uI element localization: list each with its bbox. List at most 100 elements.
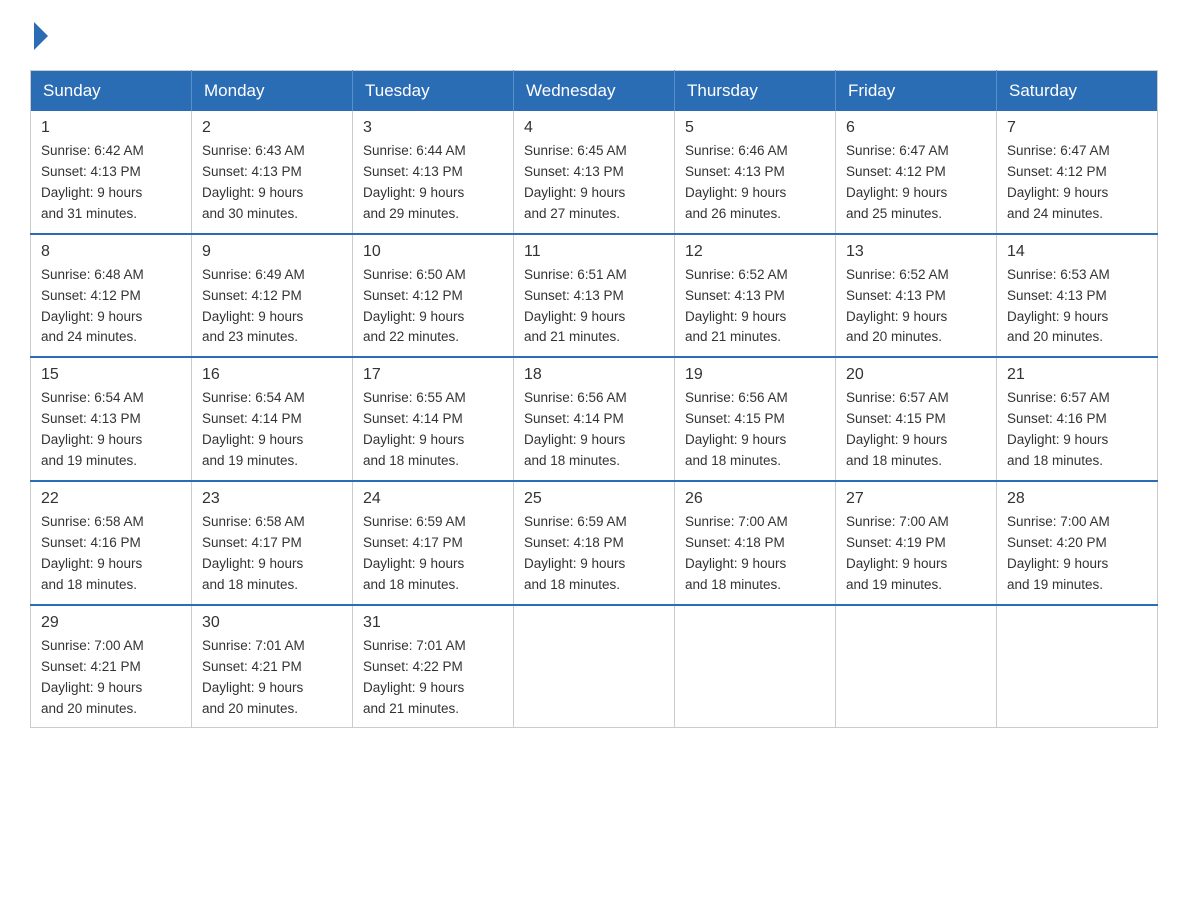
day-info: Sunrise: 7:00 AM Sunset: 4:19 PM Dayligh… [846, 512, 986, 596]
day-info: Sunrise: 6:49 AM Sunset: 4:12 PM Dayligh… [202, 265, 342, 349]
calendar-day-cell: 12 Sunrise: 6:52 AM Sunset: 4:13 PM Dayl… [675, 234, 836, 358]
day-info: Sunrise: 6:46 AM Sunset: 4:13 PM Dayligh… [685, 141, 825, 225]
day-number: 29 [41, 614, 181, 632]
calendar-week-row: 8 Sunrise: 6:48 AM Sunset: 4:12 PM Dayli… [31, 234, 1158, 358]
day-number: 27 [846, 490, 986, 508]
day-number: 2 [202, 119, 342, 137]
day-number: 25 [524, 490, 664, 508]
day-number: 9 [202, 243, 342, 261]
calendar-day-cell: 30 Sunrise: 7:01 AM Sunset: 4:21 PM Dayl… [192, 605, 353, 728]
calendar-day-cell: 26 Sunrise: 7:00 AM Sunset: 4:18 PM Dayl… [675, 481, 836, 605]
day-number: 15 [41, 366, 181, 384]
calendar-day-cell [836, 605, 997, 728]
day-number: 8 [41, 243, 181, 261]
day-number: 22 [41, 490, 181, 508]
calendar-day-cell: 2 Sunrise: 6:43 AM Sunset: 4:13 PM Dayli… [192, 111, 353, 234]
day-info: Sunrise: 6:58 AM Sunset: 4:16 PM Dayligh… [41, 512, 181, 596]
day-number: 30 [202, 614, 342, 632]
day-number: 17 [363, 366, 503, 384]
calendar-day-cell: 7 Sunrise: 6:47 AM Sunset: 4:12 PM Dayli… [997, 111, 1158, 234]
day-info: Sunrise: 6:59 AM Sunset: 4:18 PM Dayligh… [524, 512, 664, 596]
calendar-week-row: 1 Sunrise: 6:42 AM Sunset: 4:13 PM Dayli… [31, 111, 1158, 234]
day-info: Sunrise: 6:55 AM Sunset: 4:14 PM Dayligh… [363, 388, 503, 472]
day-info: Sunrise: 6:43 AM Sunset: 4:13 PM Dayligh… [202, 141, 342, 225]
logo-arrow-icon [34, 22, 48, 50]
calendar-day-cell: 13 Sunrise: 6:52 AM Sunset: 4:13 PM Dayl… [836, 234, 997, 358]
calendar-day-cell: 14 Sunrise: 6:53 AM Sunset: 4:13 PM Dayl… [997, 234, 1158, 358]
calendar-day-cell: 20 Sunrise: 6:57 AM Sunset: 4:15 PM Dayl… [836, 357, 997, 481]
day-number: 26 [685, 490, 825, 508]
calendar-day-cell: 21 Sunrise: 6:57 AM Sunset: 4:16 PM Dayl… [997, 357, 1158, 481]
calendar-day-cell [514, 605, 675, 728]
calendar-week-row: 29 Sunrise: 7:00 AM Sunset: 4:21 PM Dayl… [31, 605, 1158, 728]
day-of-week-header: Saturday [997, 71, 1158, 112]
day-info: Sunrise: 6:42 AM Sunset: 4:13 PM Dayligh… [41, 141, 181, 225]
day-number: 20 [846, 366, 986, 384]
day-info: Sunrise: 6:45 AM Sunset: 4:13 PM Dayligh… [524, 141, 664, 225]
calendar-day-cell: 1 Sunrise: 6:42 AM Sunset: 4:13 PM Dayli… [31, 111, 192, 234]
day-number: 16 [202, 366, 342, 384]
day-of-week-header: Monday [192, 71, 353, 112]
day-number: 13 [846, 243, 986, 261]
calendar-day-cell: 19 Sunrise: 6:56 AM Sunset: 4:15 PM Dayl… [675, 357, 836, 481]
day-info: Sunrise: 7:00 AM Sunset: 4:20 PM Dayligh… [1007, 512, 1147, 596]
logo [30, 20, 48, 50]
calendar-header-row: SundayMondayTuesdayWednesdayThursdayFrid… [31, 71, 1158, 112]
day-number: 14 [1007, 243, 1147, 261]
day-info: Sunrise: 6:50 AM Sunset: 4:12 PM Dayligh… [363, 265, 503, 349]
day-number: 19 [685, 366, 825, 384]
day-number: 23 [202, 490, 342, 508]
calendar-day-cell: 25 Sunrise: 6:59 AM Sunset: 4:18 PM Dayl… [514, 481, 675, 605]
calendar-day-cell: 17 Sunrise: 6:55 AM Sunset: 4:14 PM Dayl… [353, 357, 514, 481]
day-of-week-header: Sunday [31, 71, 192, 112]
day-number: 4 [524, 119, 664, 137]
day-info: Sunrise: 6:48 AM Sunset: 4:12 PM Dayligh… [41, 265, 181, 349]
day-number: 18 [524, 366, 664, 384]
day-of-week-header: Tuesday [353, 71, 514, 112]
day-info: Sunrise: 6:58 AM Sunset: 4:17 PM Dayligh… [202, 512, 342, 596]
day-number: 31 [363, 614, 503, 632]
calendar-day-cell: 3 Sunrise: 6:44 AM Sunset: 4:13 PM Dayli… [353, 111, 514, 234]
calendar-week-row: 22 Sunrise: 6:58 AM Sunset: 4:16 PM Dayl… [31, 481, 1158, 605]
calendar-day-cell: 23 Sunrise: 6:58 AM Sunset: 4:17 PM Dayl… [192, 481, 353, 605]
day-number: 10 [363, 243, 503, 261]
day-info: Sunrise: 6:54 AM Sunset: 4:14 PM Dayligh… [202, 388, 342, 472]
calendar-day-cell: 31 Sunrise: 7:01 AM Sunset: 4:22 PM Dayl… [353, 605, 514, 728]
day-info: Sunrise: 6:52 AM Sunset: 4:13 PM Dayligh… [685, 265, 825, 349]
calendar-day-cell: 18 Sunrise: 6:56 AM Sunset: 4:14 PM Dayl… [514, 357, 675, 481]
day-number: 7 [1007, 119, 1147, 137]
day-info: Sunrise: 6:59 AM Sunset: 4:17 PM Dayligh… [363, 512, 503, 596]
calendar-day-cell: 8 Sunrise: 6:48 AM Sunset: 4:12 PM Dayli… [31, 234, 192, 358]
day-number: 24 [363, 490, 503, 508]
day-info: Sunrise: 6:53 AM Sunset: 4:13 PM Dayligh… [1007, 265, 1147, 349]
day-info: Sunrise: 6:54 AM Sunset: 4:13 PM Dayligh… [41, 388, 181, 472]
day-info: Sunrise: 6:56 AM Sunset: 4:14 PM Dayligh… [524, 388, 664, 472]
calendar-day-cell: 10 Sunrise: 6:50 AM Sunset: 4:12 PM Dayl… [353, 234, 514, 358]
calendar-day-cell: 6 Sunrise: 6:47 AM Sunset: 4:12 PM Dayli… [836, 111, 997, 234]
calendar-table: SundayMondayTuesdayWednesdayThursdayFrid… [30, 70, 1158, 728]
calendar-week-row: 15 Sunrise: 6:54 AM Sunset: 4:13 PM Dayl… [31, 357, 1158, 481]
calendar-day-cell: 24 Sunrise: 6:59 AM Sunset: 4:17 PM Dayl… [353, 481, 514, 605]
day-info: Sunrise: 6:44 AM Sunset: 4:13 PM Dayligh… [363, 141, 503, 225]
day-number: 5 [685, 119, 825, 137]
calendar-day-cell: 4 Sunrise: 6:45 AM Sunset: 4:13 PM Dayli… [514, 111, 675, 234]
day-info: Sunrise: 6:47 AM Sunset: 4:12 PM Dayligh… [1007, 141, 1147, 225]
day-number: 12 [685, 243, 825, 261]
page-header [30, 20, 1158, 50]
day-info: Sunrise: 7:00 AM Sunset: 4:21 PM Dayligh… [41, 636, 181, 720]
day-info: Sunrise: 6:51 AM Sunset: 4:13 PM Dayligh… [524, 265, 664, 349]
calendar-day-cell [997, 605, 1158, 728]
day-number: 21 [1007, 366, 1147, 384]
day-info: Sunrise: 6:47 AM Sunset: 4:12 PM Dayligh… [846, 141, 986, 225]
calendar-day-cell: 29 Sunrise: 7:00 AM Sunset: 4:21 PM Dayl… [31, 605, 192, 728]
day-number: 3 [363, 119, 503, 137]
calendar-day-cell: 28 Sunrise: 7:00 AM Sunset: 4:20 PM Dayl… [997, 481, 1158, 605]
calendar-day-cell [675, 605, 836, 728]
calendar-day-cell: 16 Sunrise: 6:54 AM Sunset: 4:14 PM Dayl… [192, 357, 353, 481]
calendar-day-cell: 5 Sunrise: 6:46 AM Sunset: 4:13 PM Dayli… [675, 111, 836, 234]
day-of-week-header: Wednesday [514, 71, 675, 112]
calendar-day-cell: 27 Sunrise: 7:00 AM Sunset: 4:19 PM Dayl… [836, 481, 997, 605]
day-number: 6 [846, 119, 986, 137]
day-number: 28 [1007, 490, 1147, 508]
day-info: Sunrise: 7:00 AM Sunset: 4:18 PM Dayligh… [685, 512, 825, 596]
